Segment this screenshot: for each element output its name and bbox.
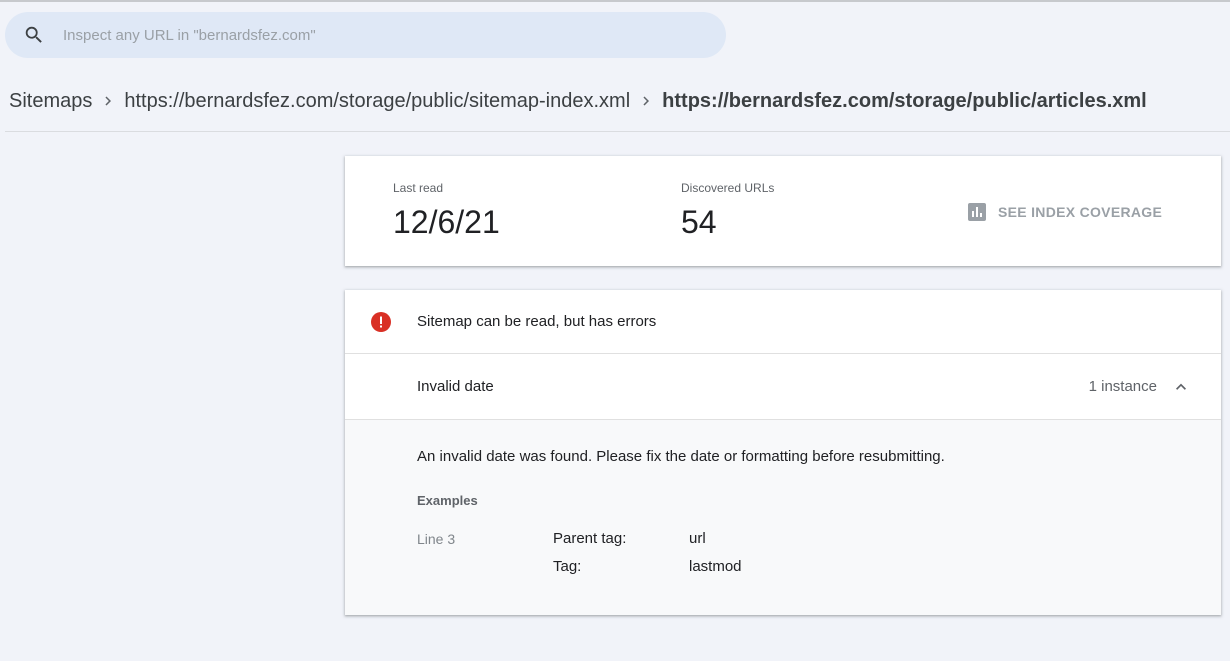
issue-instance-count: 1 instance [1088, 378, 1157, 395]
examples-heading: Examples [417, 493, 478, 508]
search-icon[interactable] [22, 23, 46, 47]
bar-chart-icon [967, 202, 987, 222]
breadcrumb: Sitemaps https://bernardsfez.com/storage… [9, 86, 1147, 116]
chevron-right-icon [634, 92, 658, 110]
last-read-label: Last read [393, 181, 444, 195]
issue-details: An invalid date was found. Please fix th… [345, 420, 1221, 615]
issue-row-invalid-date[interactable]: Invalid date 1 instance [345, 354, 1221, 420]
tag-value: lastmod [689, 558, 742, 575]
tag-label: Tag: [553, 558, 582, 575]
sitemap-errors-card: Sitemap can be read, but has errors Inva… [345, 290, 1221, 615]
parent-tag-label: Parent tag: [553, 530, 627, 547]
see-index-coverage-button[interactable]: SEE INDEX COVERAGE [967, 200, 1162, 224]
chevron-up-icon[interactable] [1169, 375, 1193, 399]
example-line: Line 3 [417, 531, 456, 547]
breadcrumb-current-sitemap: https://bernardsfez.com/storage/public/a… [662, 89, 1147, 112]
parent-tag-value: url [689, 530, 706, 547]
breadcrumb-sitemap-index[interactable]: https://bernardsfez.com/storage/public/s… [124, 90, 630, 113]
issue-title: Invalid date [417, 378, 494, 395]
status-message: Sitemap can be read, but has errors [417, 313, 657, 330]
discovered-urls-value: 54 [681, 204, 717, 240]
search-input[interactable] [61, 25, 665, 45]
status-row: Sitemap can be read, but has errors [345, 290, 1221, 354]
last-read-value: 12/6/21 [393, 204, 500, 240]
header-divider [5, 131, 1230, 132]
issue-description: An invalid date was found. Please fix th… [417, 448, 945, 465]
error-icon [371, 312, 391, 332]
breadcrumb-sitemaps[interactable]: Sitemaps [9, 90, 92, 113]
search-bar[interactable] [5, 12, 726, 58]
discovered-urls-label: Discovered URLs [681, 181, 775, 195]
top-rule [0, 0, 1230, 2]
see-index-coverage-label: SEE INDEX COVERAGE [998, 204, 1163, 220]
sitemap-stats-card: Last read 12/6/21 Discovered URLs 54 SEE… [345, 156, 1221, 266]
chevron-right-icon [96, 92, 120, 110]
